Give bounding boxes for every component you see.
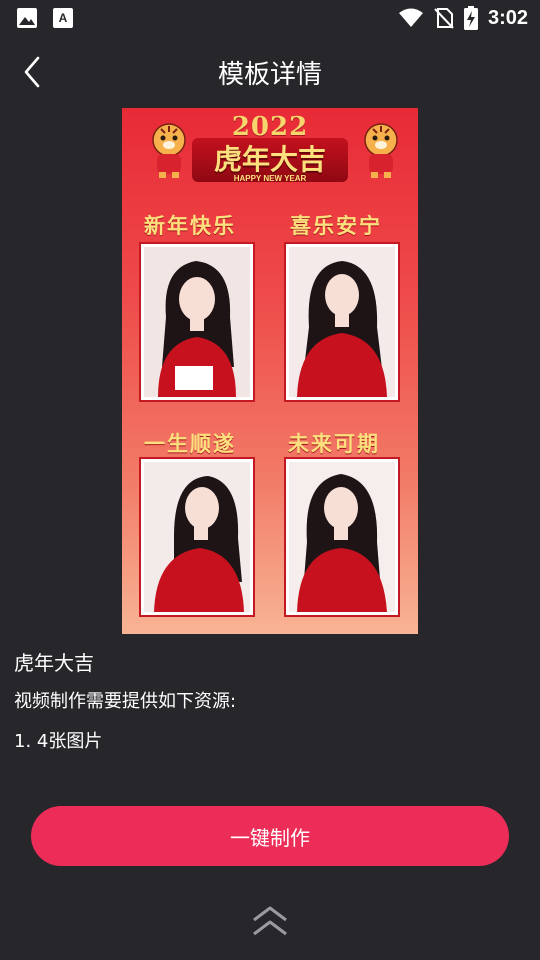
status-right: 3:02 [398, 6, 528, 30]
resource-requirement: 视频制作需要提供如下资源: [14, 691, 237, 712]
portrait-photo-3 [144, 462, 250, 612]
status-left-icons: A [16, 7, 74, 29]
template-info: 虎年大吉 视频制作需要提供如下资源: 1. 4张图片 [14, 648, 236, 756]
caption-1: 新年快乐 [144, 213, 236, 238]
image-icon [17, 8, 37, 28]
status-time: 3:02 [487, 6, 528, 29]
battery-charging-icon [463, 6, 478, 30]
double-chevron-up-icon [253, 906, 287, 936]
photo-slot-2 [284, 242, 400, 402]
portrait-photo-1 [144, 247, 250, 397]
resource-item: 1. 4张图片 [14, 731, 103, 752]
portrait-photo-4 [289, 462, 395, 612]
template-name: 虎年大吉 [14, 651, 94, 675]
font-download-icon: A [53, 8, 73, 28]
caption-3: 一生顺遂 [144, 431, 236, 456]
photo-slot-3 [139, 457, 255, 617]
template-preview[interactable]: 2022 虎年大吉 HAPPY NEW YEAR 新年快乐 喜乐安宁 一生顺遂 … [122, 108, 418, 634]
no-sim-icon [434, 8, 454, 29]
top-nav: 模板详情 [0, 40, 540, 104]
poster-subtitle: HAPPY NEW YEAR [233, 174, 307, 183]
page-title: 模板详情 [217, 60, 322, 90]
wifi-icon [398, 8, 423, 27]
portrait-photo-2 [289, 247, 395, 397]
caption-2: 喜乐安宁 [290, 213, 382, 238]
one-click-make-button[interactable]: 一键制作 [31, 806, 509, 866]
svg-text:A: A [59, 11, 68, 25]
photo-slot-1 [139, 242, 255, 402]
caption-4: 未来可期 [288, 431, 380, 456]
photo-slot-4 [284, 457, 400, 617]
expand-button[interactable] [250, 904, 290, 938]
status-bar: A 3:02 [0, 0, 540, 36]
